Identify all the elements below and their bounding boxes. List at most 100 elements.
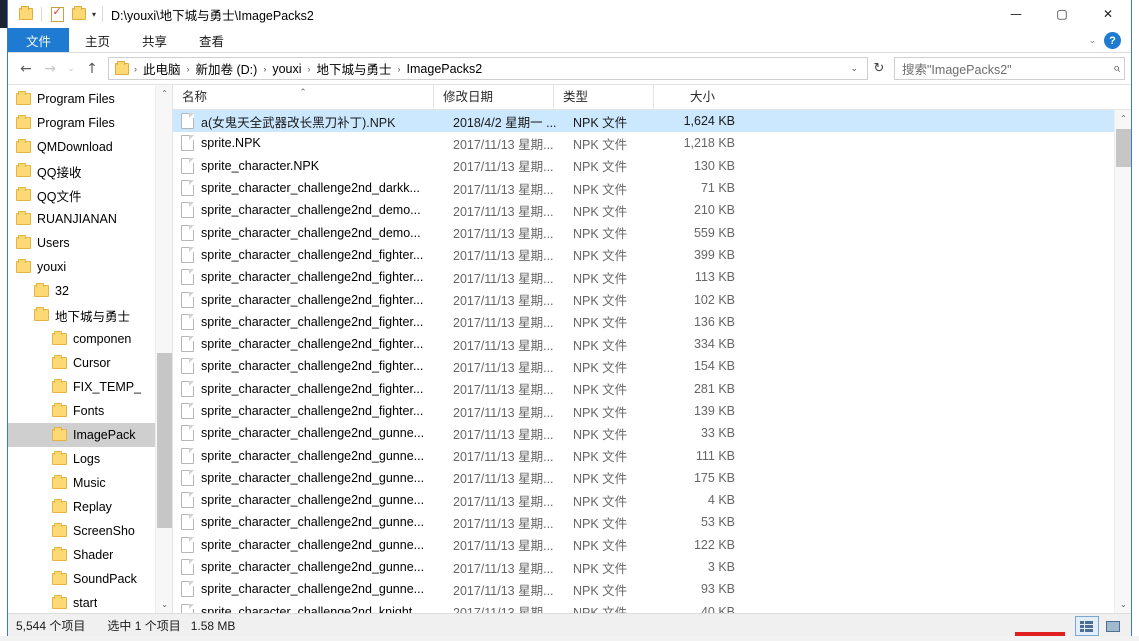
sidebar-item-1[interactable]: Program Files [8,111,172,135]
sidebar-item-14[interactable]: ImagePack [8,423,172,447]
scroll-down-icon[interactable]: ⌄ [156,596,172,613]
recent-locations-button[interactable]: ⌄ [62,57,80,81]
address-dropdown-icon[interactable]: ⌄ [843,63,865,74]
details-view-icon[interactable] [1075,616,1099,636]
sidebar-item-10[interactable]: componen [8,327,172,351]
sidebar-item-8[interactable]: 32 [8,279,172,303]
sidebar-item-6[interactable]: Users [8,231,172,255]
table-row[interactable]: sprite_character_challenge2nd_gunne...20… [173,467,1131,489]
sidebar-item-7[interactable]: youxi [8,255,172,279]
table-row[interactable]: sprite_character_challenge2nd_gunne...20… [173,422,1131,444]
breadcrumb-item-youxi[interactable]: youxi [268,62,305,76]
table-row[interactable]: sprite_character_challenge2nd_gunne...20… [173,534,1131,556]
file-type-cell: NPK 文件 [573,402,673,421]
tab-share[interactable]: 共享 [126,28,183,52]
breadcrumb-item-imagepacks2[interactable]: ImagePacks2 [403,62,487,76]
up-button[interactable]: ↑ [80,57,104,81]
scroll-up-icon[interactable]: ⌃ [1115,110,1132,127]
sidebar-item-5[interactable]: RUANJIANAN [8,207,172,231]
sidebar-item-label: 地下城与勇士 [55,306,130,325]
breadcrumb-item-game[interactable]: 地下城与勇士 [313,59,396,78]
file-date-cell: 2017/11/13 星期... [453,134,573,153]
sidebar-item-2[interactable]: QMDownload [8,135,172,159]
minimize-button[interactable]: — [993,0,1039,28]
address-folder-icon [115,63,129,75]
table-row[interactable]: sprite_character_challenge2nd_gunne...20… [173,444,1131,466]
sidebar-item-16[interactable]: Music [8,471,172,495]
file-type-cell: NPK 文件 [573,558,673,577]
table-row[interactable]: sprite_character_challenge2nd_fighter...… [173,311,1131,333]
file-name-cell: sprite_character_challenge2nd_gunne... [201,560,453,574]
close-button[interactable]: ✕ [1085,0,1131,28]
column-header-date[interactable]: 修改日期 [433,85,553,110]
tab-view[interactable]: 查看 [183,28,240,52]
table-row[interactable]: sprite_character_challenge2nd_fighter...… [173,333,1131,355]
sidebar-item-9[interactable]: 地下城与勇士 [8,303,172,327]
table-row[interactable]: sprite_character_challenge2nd_gunne...20… [173,489,1131,511]
column-header-type[interactable]: 类型 [553,85,653,110]
tab-home[interactable]: 主页 [69,28,126,52]
folder-icon [52,333,67,345]
new-folder-icon[interactable] [68,3,90,25]
column-header-name[interactable]: 名称 ⌃ [173,85,433,110]
sidebar-item-0[interactable]: Program Files [8,87,172,111]
sidebar-item-21[interactable]: start [8,591,172,613]
file-date-cell: 2017/11/13 星期... [453,558,573,577]
sidebar-item-18[interactable]: ScreenSho [8,519,172,543]
table-row[interactable]: sprite_character_challenge2nd_fighter...… [173,266,1131,288]
file-size-cell: 3 KB [673,560,761,574]
forward-button[interactable]: → [38,57,62,81]
search-box[interactable]: 搜索"ImagePacks2" ⌕ [894,57,1125,80]
file-list-scroll-thumb[interactable] [1116,129,1131,167]
table-row[interactable]: sprite_character_challenge2nd_fighter...… [173,400,1131,422]
table-row[interactable]: sprite_character_challenge2nd_fighter...… [173,244,1131,266]
large-icons-view-icon[interactable] [1101,616,1125,636]
folder-icon [52,549,67,561]
chevron-down-icon[interactable]: ⌄ [1088,35,1096,46]
file-size-cell: 154 KB [673,359,761,373]
refresh-icon[interactable]: ↻ [868,57,890,80]
breadcrumb-item-drive-d[interactable]: 新加卷 (D:) [192,59,262,78]
folder-icon[interactable] [15,3,37,25]
tab-file[interactable]: 文件 [8,28,69,52]
sidebar-scroll-thumb[interactable] [157,353,172,528]
sidebar-item-12[interactable]: FIX_TEMP_ [8,375,172,399]
scroll-up-icon[interactable]: ⌃ [156,85,172,102]
table-row[interactable]: sprite_character_challenge2nd_gunne...20… [173,578,1131,600]
sidebar-item-label: Logs [73,452,100,466]
sidebar-item-11[interactable]: Cursor [8,351,172,375]
table-row[interactable]: sprite_character_challenge2nd_knight...2… [173,601,1131,613]
sidebar-item-19[interactable]: Shader [8,543,172,567]
status-selection-count: 选中 1 个项目 [107,617,180,634]
table-row[interactable]: sprite_character_challenge2nd_demo...201… [173,221,1131,243]
table-row[interactable]: sprite_character_challenge2nd_fighter...… [173,378,1131,400]
sidebar-item-3[interactable]: QQ接收 [8,159,172,183]
help-icon[interactable]: ? [1104,32,1121,49]
table-row[interactable]: sprite_character_challenge2nd_gunne...20… [173,556,1131,578]
breadcrumb-item-this-pc[interactable]: 此电脑 [139,59,185,78]
address-bar[interactable]: › 此电脑 › 新加卷 (D:) › youxi › 地下城与勇士 › Imag… [108,57,868,80]
table-row[interactable]: sprite_character_challenge2nd_fighter...… [173,355,1131,377]
table-row[interactable]: sprite_character_challenge2nd_gunne...20… [173,511,1131,533]
maximize-button[interactable]: ▢ [1039,0,1085,28]
sidebar-item-13[interactable]: Fonts [8,399,172,423]
file-list-scrollbar[interactable]: ⌃ ⌄ [1114,110,1131,613]
table-row[interactable]: sprite.NPK2017/11/13 星期...NPK 文件1,218 KB [173,132,1131,154]
table-row[interactable]: sprite_character_challenge2nd_darkk...20… [173,177,1131,199]
title-divider [102,6,103,22]
chevron-down-icon[interactable]: ▾ [90,10,98,19]
sidebar-item-15[interactable]: Logs [8,447,172,471]
search-input[interactable]: 搜索"ImagePacks2" [902,59,1113,78]
table-row[interactable]: sprite_character_challenge2nd_demo...201… [173,199,1131,221]
sidebar-item-20[interactable]: SoundPack [8,567,172,591]
sidebar-item-4[interactable]: QQ文件 [8,183,172,207]
sidebar-scrollbar[interactable]: ⌃ ⌄ [155,85,172,613]
back-button[interactable]: ← [14,57,38,81]
scroll-down-icon[interactable]: ⌄ [1115,596,1132,613]
column-header-size[interactable]: 大小 [653,85,741,110]
table-row[interactable]: sprite_character_challenge2nd_fighter...… [173,288,1131,310]
table-row[interactable]: sprite_character.NPK2017/11/13 星期...NPK … [173,155,1131,177]
properties-icon[interactable] [46,3,68,25]
table-row[interactable]: a(女鬼天全武器改长黑刀补丁).NPK2018/4/2 星期一 ...NPK 文… [173,110,1131,132]
sidebar-item-17[interactable]: Replay [8,495,172,519]
